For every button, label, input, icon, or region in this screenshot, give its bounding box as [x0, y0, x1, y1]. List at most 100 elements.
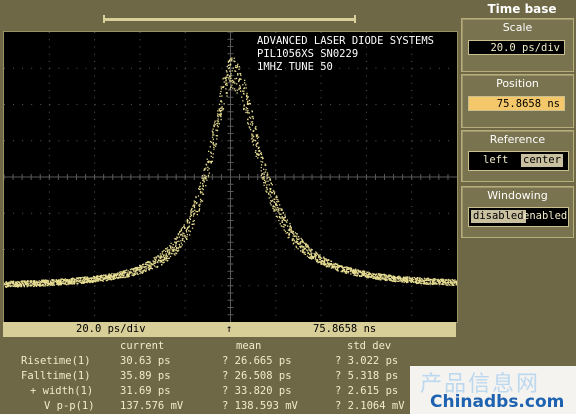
grid-dot — [411, 169, 413, 171]
grid-dot — [67, 140, 69, 142]
grid-dot — [48, 97, 50, 99]
grid-dot — [339, 104, 341, 105]
grid-dot — [411, 97, 413, 99]
grid-dot — [275, 235, 277, 236]
measurement-row[interactable]: Falltime(1) 35.89 ps ? 26.508 ps ? 5.318… — [0, 370, 460, 382]
grid-dot — [402, 140, 404, 142]
grid-dot — [94, 264, 96, 265]
grid-dot — [184, 307, 186, 309]
windowing-enabled-option[interactable]: enabled — [521, 210, 569, 223]
grid-dot — [411, 119, 413, 120]
grid-dot — [184, 133, 186, 135]
reference-center-option[interactable]: center — [521, 154, 563, 167]
grid-dot — [266, 249, 268, 250]
grid-dot — [411, 271, 413, 273]
grid-dot — [176, 285, 178, 287]
grid-dot — [139, 67, 141, 69]
grid-dot — [365, 278, 367, 280]
grid-dot — [339, 140, 341, 142]
grid-dot — [365, 220, 367, 222]
grid-dot — [330, 249, 332, 250]
grid-dot — [148, 104, 150, 105]
grid-dot — [94, 206, 96, 207]
status-bar: 20.0 ps/div ↑ 75.8658 ns — [3, 322, 456, 337]
grid-dot — [48, 75, 50, 77]
grid-dot — [321, 212, 323, 214]
grid-dot — [275, 242, 277, 244]
grid-dot — [221, 212, 223, 214]
measurement-row[interactable]: Risetime(1) 30.63 ps ? 26.665 ps ? 3.022… — [0, 355, 460, 367]
grid-dot — [184, 39, 186, 41]
grid-dot — [348, 140, 350, 142]
grid-dot — [176, 67, 178, 69]
grid-dot — [248, 212, 250, 214]
grid-dot — [420, 104, 422, 105]
grid-dot — [40, 67, 42, 69]
grid-dot — [429, 212, 431, 214]
measurement-row[interactable]: + width(1) 31.69 ps ? 33.820 ps ? 2.615 … — [0, 385, 460, 397]
scale-panel: Scale 20.0 ps/div — [461, 18, 574, 72]
grid-dot — [257, 140, 259, 142]
grid-dot — [293, 104, 295, 105]
grid-dot — [275, 148, 277, 149]
grid-dot — [411, 75, 413, 77]
grid-dot — [184, 242, 186, 244]
grid-dot — [48, 293, 50, 294]
grid-dot — [393, 140, 395, 142]
grid-dot — [365, 184, 367, 186]
reference-left-option[interactable]: left — [481, 154, 510, 167]
grid-dot — [321, 249, 323, 250]
measurement-row[interactable]: V p-p(1) 137.576 mV ? 138.593 mV ? 2.106… — [0, 400, 460, 412]
reference-marker-icon: ↑ — [226, 323, 233, 335]
grid-dot — [248, 140, 250, 142]
grid-dot — [320, 235, 322, 236]
grid-dot — [203, 104, 205, 105]
grid-dot — [185, 285, 187, 287]
grid-dot — [184, 97, 186, 99]
grid-dot — [402, 249, 404, 250]
grid-dot — [402, 212, 404, 214]
grid-dot — [365, 314, 367, 316]
grid-dot — [158, 249, 160, 250]
grid-dot — [148, 67, 150, 69]
reference-label: Reference — [489, 133, 546, 146]
grid-dot — [321, 285, 323, 287]
grid-dot — [49, 249, 51, 250]
grid-dot — [411, 264, 413, 265]
scale-field[interactable]: 20.0 ps/div — [468, 40, 565, 55]
grid-dot — [411, 111, 413, 113]
grid-dot — [139, 104, 141, 105]
grid-dot — [438, 249, 440, 250]
grid-dot — [121, 104, 123, 105]
grid-dot — [139, 82, 141, 84]
grid-dot — [148, 140, 150, 142]
grid-dot — [411, 206, 413, 207]
grid-dot — [447, 285, 449, 287]
grid-dot — [320, 169, 322, 171]
grid-dot — [4, 104, 5, 105]
grid-dot — [411, 32, 413, 33]
measurement-table: current mean std dev Risetime(1) 30.63 p… — [0, 340, 460, 414]
oscilloscope-screen[interactable]: ADVANCED LASER DIODE SYSTEMS PIL1056XS S… — [3, 31, 458, 323]
windowing-selector: disabled enabled — [468, 207, 569, 227]
grid-dot — [85, 285, 87, 287]
grid-dot — [184, 184, 186, 186]
grid-dot — [411, 82, 413, 84]
grid-dot — [48, 206, 50, 207]
grid-dot — [130, 67, 132, 69]
grid-dot — [48, 227, 50, 229]
grid-dot — [94, 53, 96, 55]
grid-dot — [94, 314, 96, 316]
position-field[interactable]: 75.8658 ns — [468, 96, 565, 111]
grid-dot — [48, 314, 50, 316]
grid-dot — [48, 61, 50, 62]
windowing-disabled-option[interactable]: disabled — [471, 210, 526, 223]
grid-dot — [49, 140, 51, 142]
grid-dot — [48, 271, 50, 273]
grid-dot — [320, 97, 322, 99]
grid-dot — [48, 300, 50, 302]
grid-dot — [85, 67, 87, 69]
grid-dot — [139, 184, 141, 186]
grid-dot — [76, 212, 78, 214]
grid-dot — [139, 314, 141, 316]
